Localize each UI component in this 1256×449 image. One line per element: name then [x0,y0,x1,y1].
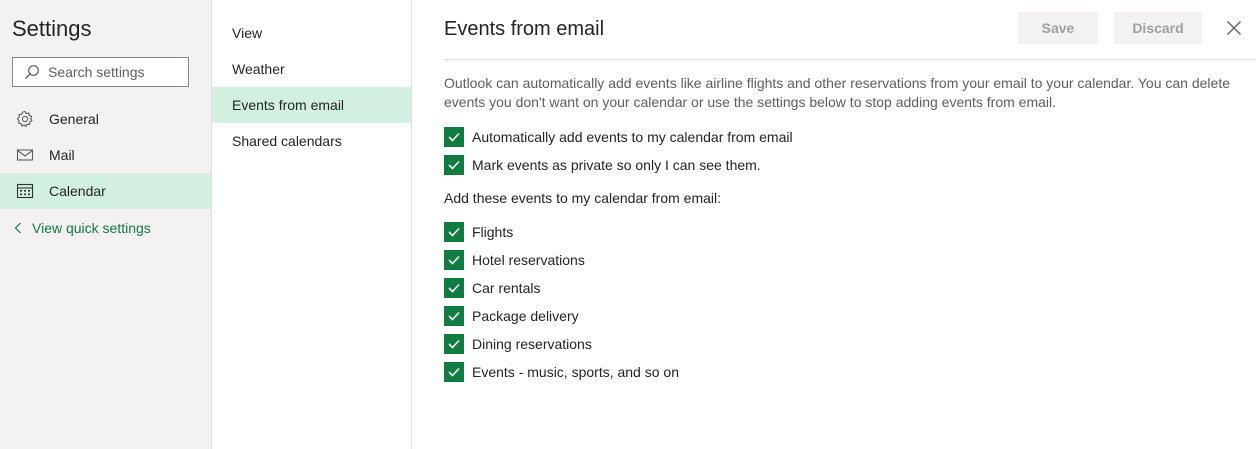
gear-icon [16,110,34,128]
checkbox[interactable] [444,334,464,354]
chevron-left-icon [14,222,21,234]
option-mark-private[interactable]: Mark events as private so only I can see… [444,155,761,175]
subnav-item-label: Weather [232,61,285,77]
section-label: Add these events to my calendar from ema… [444,190,722,206]
search-input[interactable] [48,64,178,80]
calendar-subnav: View Weather Events from email Shared ca… [212,0,412,449]
event-type-flights[interactable]: Flights [444,222,513,242]
checkbox[interactable] [444,127,464,147]
checkmark-icon [448,367,460,377]
checkbox-label: Mark events as private so only I can see… [472,157,761,173]
checkbox[interactable] [444,278,464,298]
checkbox[interactable] [444,362,464,382]
close-button[interactable] [1225,19,1243,37]
checkbox-label: Package delivery [472,308,579,324]
option-auto-add[interactable]: Automatically add events to my calendar … [444,127,793,147]
view-quick-settings-link[interactable]: View quick settings [14,220,151,236]
checkmark-icon [448,255,460,265]
nav-item-label: Calendar [49,183,106,199]
checkbox-label: Dining reservations [472,336,592,352]
search-box[interactable] [12,57,189,87]
page-title: Events from email [444,18,605,40]
settings-sidebar: Settings General Mail [0,0,212,449]
checkmark-icon [448,339,460,349]
subnav-item-view[interactable]: View [212,15,411,51]
nav-item-general[interactable]: General [0,101,211,137]
checkbox-label: Hotel reservations [472,252,585,268]
mail-icon [16,146,34,164]
events-from-email-pane: Events from email Save Discard Outlook c… [412,0,1256,449]
checkbox[interactable] [444,222,464,242]
checkbox-label: Automatically add events to my calendar … [472,129,793,145]
checkbox[interactable] [444,155,464,175]
calendar-icon [16,182,34,200]
checkmark-icon [448,311,460,321]
checkbox[interactable] [444,306,464,326]
event-type-dining-reservations[interactable]: Dining reservations [444,334,592,354]
nav-item-mail[interactable]: Mail [0,137,211,173]
subnav-item-events-from-email[interactable]: Events from email [212,87,411,123]
subnav-item-weather[interactable]: Weather [212,51,411,87]
description-text: Outlook can automatically add events lik… [444,75,1230,110]
event-type-hotel-reservations[interactable]: Hotel reservations [444,250,585,270]
nav-item-calendar[interactable]: Calendar [0,173,211,209]
checkmark-icon [448,132,460,142]
subnav-item-label: View [232,25,263,41]
discard-button[interactable]: Discard [1114,12,1202,44]
header-divider [444,59,1256,60]
subnav-item-label: Shared calendars [232,133,342,149]
checkmark-icon [448,283,460,293]
quick-settings-label: View quick settings [32,220,151,236]
nav-item-label: General [49,111,99,127]
nav-item-label: Mail [49,147,75,163]
event-type-events-music-sports[interactable]: Events - music, sports, and so on [444,362,679,382]
checkbox-label: Events - music, sports, and so on [472,364,679,380]
checkmark-icon [448,160,460,170]
checkbox-label: Car rentals [472,280,541,296]
checkmark-icon [448,227,460,237]
checkbox[interactable] [444,250,464,270]
event-type-car-rentals[interactable]: Car rentals [444,278,540,298]
subnav-item-label: Events from email [232,97,345,113]
search-icon [25,65,39,79]
close-icon [1227,21,1241,35]
settings-title: Settings [12,16,92,41]
subnav-item-shared-calendars[interactable]: Shared calendars [212,123,411,159]
checkbox-label: Flights [472,224,514,240]
save-button[interactable]: Save [1018,12,1098,44]
event-type-package-delivery[interactable]: Package delivery [444,306,579,326]
